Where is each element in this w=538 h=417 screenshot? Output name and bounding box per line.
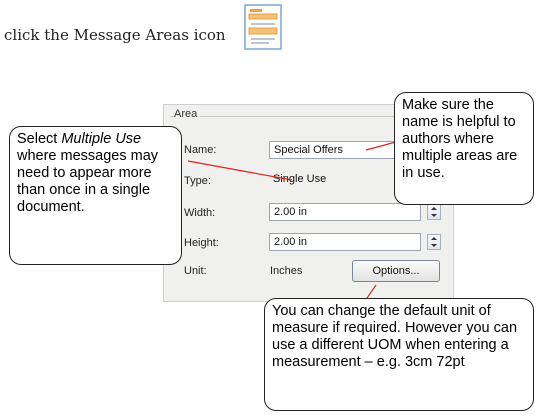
- width-spinner[interactable]: [427, 204, 441, 220]
- options-button[interactable]: Options...: [352, 260, 440, 282]
- instruction-text: click the Message Areas icon: [4, 26, 226, 44]
- height-label: Height:: [184, 237, 219, 249]
- height-field[interactable]: 2.00 in: [269, 233, 421, 251]
- width-field[interactable]: 2.00 in: [269, 203, 421, 221]
- width-label: Width:: [184, 207, 216, 219]
- unit-value: Inches: [270, 265, 303, 277]
- callout-emphasis: Multiple Use: [61, 131, 142, 147]
- name-label: Name:: [184, 144, 217, 156]
- name-hint-callout: Make sure the name is helpful to authors…: [394, 92, 534, 205]
- type-select[interactable]: Single Use: [269, 171, 403, 189]
- height-spinner[interactable]: [427, 234, 441, 250]
- unit-hint-callout: You can change the default unit of measu…: [264, 298, 534, 411]
- unit-label: Unit:: [184, 265, 207, 277]
- callout-prefix: Select: [17, 131, 62, 147]
- multiple-use-callout: Select Multiple Use where messages may n…: [9, 126, 182, 265]
- type-label: Type:: [184, 175, 211, 187]
- callout-rest: where messages may need to appear more t…: [17, 148, 159, 215]
- message-areas-icon[interactable]: [244, 4, 282, 50]
- group-title: Area: [174, 108, 201, 120]
- name-field[interactable]: Special Offers: [269, 141, 403, 159]
